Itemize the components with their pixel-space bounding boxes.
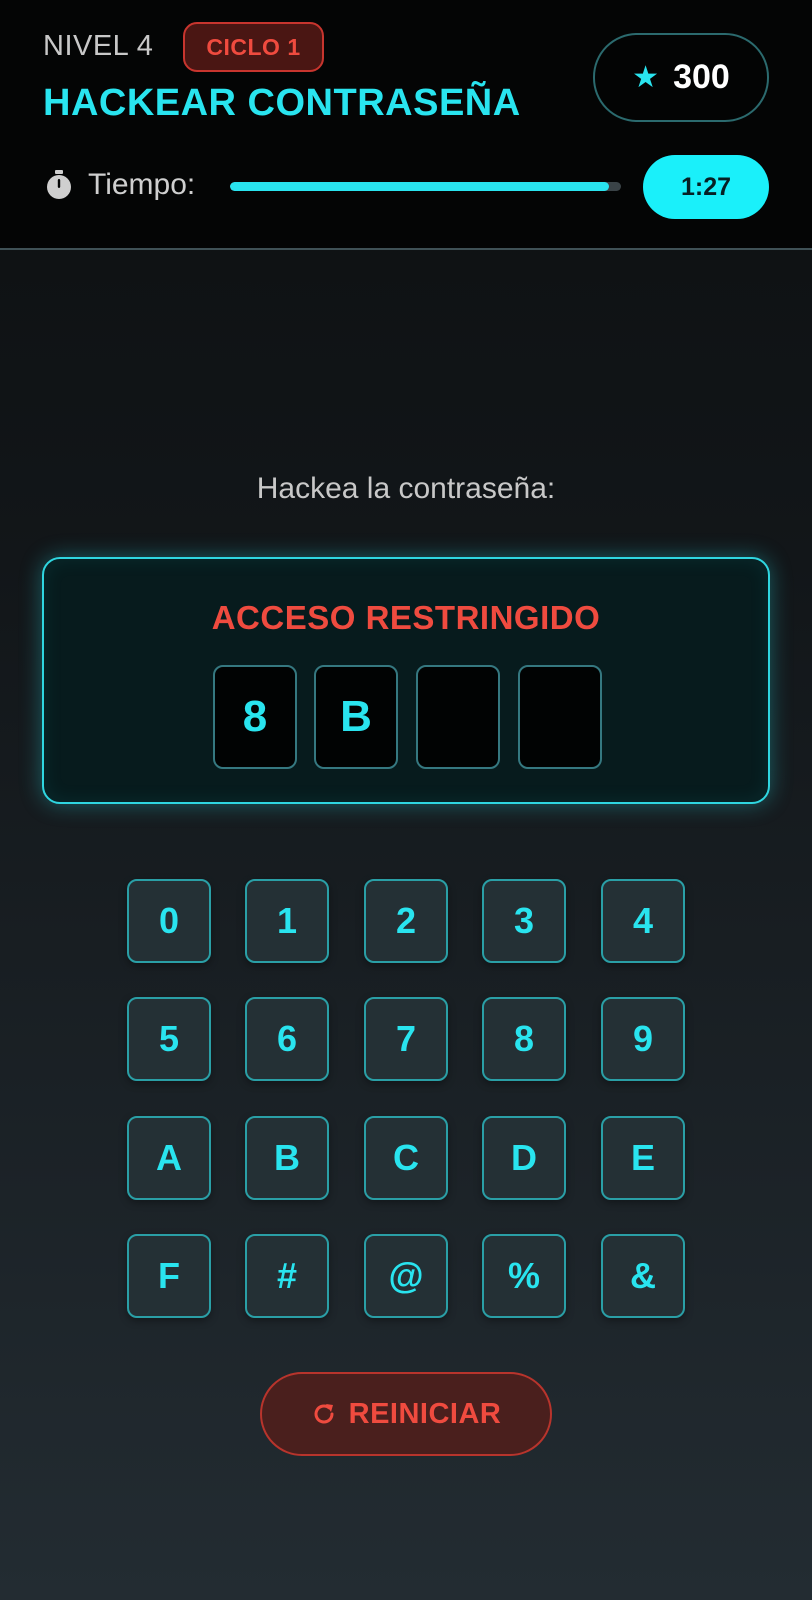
instruction-text: Hackea la contraseña: — [256, 472, 556, 505]
password-slot-3 — [416, 665, 500, 769]
key-1[interactable]: 1 — [245, 879, 329, 963]
level-label: NIVEL 4 — [43, 30, 154, 62]
key-8[interactable]: 8 — [482, 997, 566, 1081]
refresh-icon — [314, 1404, 334, 1424]
timer-progress-bar — [230, 182, 621, 191]
cycle-badge: CICLO 1 — [183, 22, 324, 72]
key-9[interactable]: 9 — [601, 997, 685, 1081]
key-a[interactable]: A — [127, 1116, 211, 1200]
key-b[interactable]: B — [245, 1116, 329, 1200]
key-5[interactable]: 5 — [127, 997, 211, 1081]
stopwatch-icon — [47, 170, 71, 199]
key-0[interactable]: 0 — [127, 879, 211, 963]
access-status: ACCESO RESTRINGIDO — [211, 599, 601, 636]
star-icon: ★ — [632, 60, 660, 94]
key-2[interactable]: 2 — [364, 879, 448, 963]
password-slot-1: 8 — [213, 665, 297, 769]
game-header: NIVEL 4 CICLO 1 HACKEAR CONTRASEÑA ★ 300… — [0, 0, 812, 250]
score-value: 300 — [673, 58, 730, 96]
key-7[interactable]: 7 — [364, 997, 448, 1081]
password-terminal: ACCESO RESTRINGIDO 8 B — [42, 557, 770, 804]
reset-button[interactable]: REINICIAR — [260, 1372, 552, 1456]
key-3[interactable]: 3 — [482, 879, 566, 963]
key-ampersand[interactable]: & — [601, 1234, 685, 1318]
timer-progress-fill — [230, 182, 610, 191]
score-pill: ★ 300 — [593, 33, 769, 122]
key-f[interactable]: F — [127, 1234, 211, 1318]
key-4[interactable]: 4 — [601, 879, 685, 963]
password-slot-4 — [518, 665, 602, 769]
key-hash[interactable]: # — [245, 1234, 329, 1318]
key-6[interactable]: 6 — [245, 997, 329, 1081]
key-e[interactable]: E — [601, 1116, 685, 1200]
reset-label: REINICIAR — [348, 1397, 502, 1430]
timer-value: 1:27 — [643, 155, 769, 219]
key-c[interactable]: C — [364, 1116, 448, 1200]
password-slot-2: B — [314, 665, 398, 769]
key-percent[interactable]: % — [482, 1234, 566, 1318]
page-title: HACKEAR CONTRASEÑA — [43, 82, 521, 124]
key-at[interactable]: @ — [364, 1234, 448, 1318]
key-d[interactable]: D — [482, 1116, 566, 1200]
timer-label: Tiempo: — [88, 168, 196, 201]
